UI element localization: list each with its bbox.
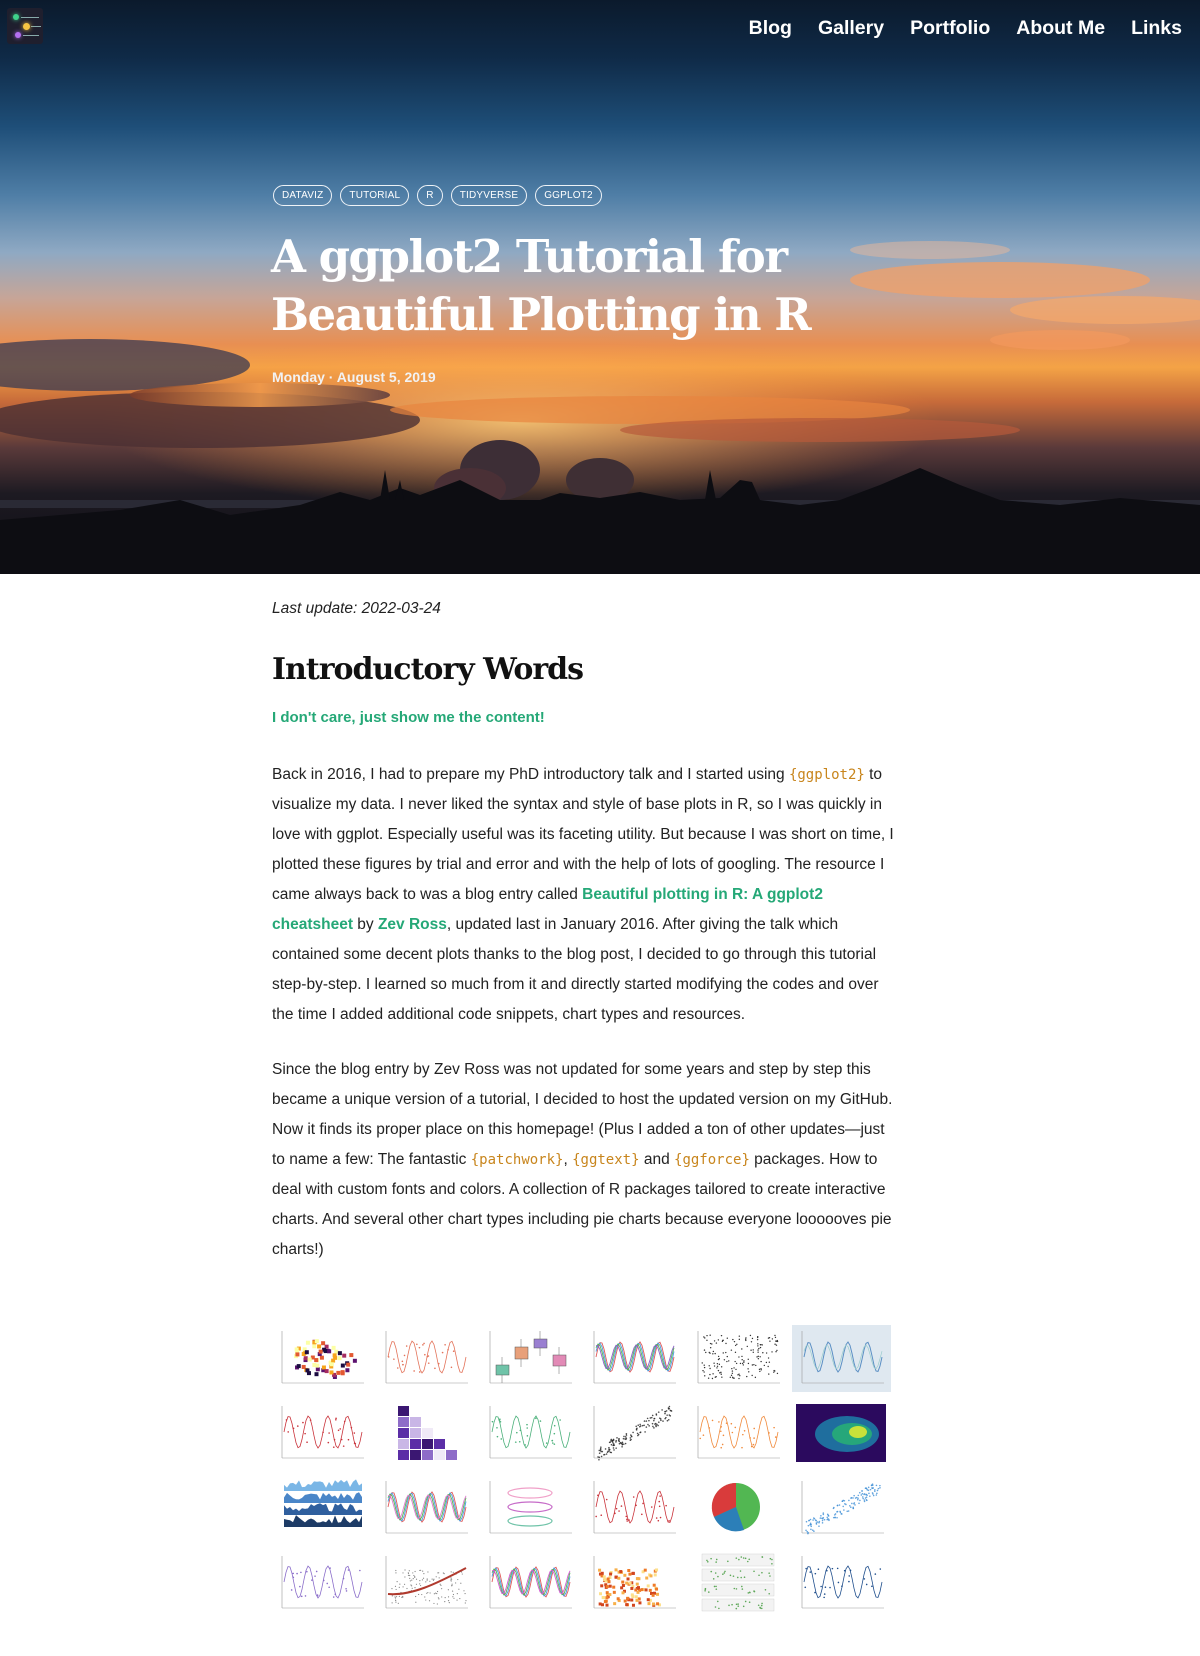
plot-thumbnail-image — [489, 1481, 572, 1534]
plot-thumbnail-image — [385, 1556, 468, 1609]
plot-thumbnail-image — [281, 1556, 364, 1609]
plot-thumbnail[interactable] — [584, 1475, 683, 1542]
post-title-line-2: Beautiful Plotting in R — [271, 288, 812, 341]
plot-thumbnail-image — [701, 1553, 775, 1612]
nav-blog[interactable]: Blog — [736, 15, 805, 41]
plot-thumbnail-image — [398, 1406, 457, 1460]
code-ggtext: {ggtext} — [572, 1152, 640, 1168]
plot-thumbnail[interactable] — [792, 1325, 891, 1392]
plot-thumbnail[interactable] — [584, 1400, 683, 1467]
section-title: Introductory Words — [272, 652, 584, 687]
nav-links[interactable]: Links — [1118, 15, 1195, 41]
plot-thumbnail[interactable] — [376, 1550, 475, 1617]
plot-thumbnail-image — [593, 1556, 676, 1609]
plot-thumbnail[interactable] — [480, 1325, 579, 1392]
plot-thumbnail[interactable] — [480, 1475, 579, 1542]
plot-thumbnail-image — [796, 1404, 886, 1462]
post-title-line-1: A ggplot2 Tutorial for — [271, 230, 788, 283]
skip-to-content-link[interactable]: I don't care, just show me the content! — [272, 709, 545, 726]
text: and — [639, 1151, 675, 1168]
plot-thumbnail-image — [385, 1331, 468, 1384]
plot-thumbnail[interactable] — [480, 1400, 579, 1467]
tag-dataviz[interactable]: DATAVIZ — [273, 185, 333, 206]
text: , — [563, 1151, 573, 1168]
post-date: Monday · August 5, 2019 — [272, 369, 436, 385]
plot-thumbnail-image — [281, 1331, 364, 1384]
code-ggforce: {ggforce} — [674, 1152, 750, 1168]
plot-thumbnail[interactable] — [688, 1325, 787, 1392]
tag-list: DATAVIZ TUTORIAL R TIDYVERSE GGPLOT2 — [273, 185, 602, 206]
plot-thumbnail-image — [801, 1481, 884, 1535]
plot-thumbnail[interactable] — [584, 1325, 683, 1392]
plot-thumbnail[interactable] — [272, 1400, 371, 1467]
post-title: A ggplot2 Tutorial for Beautiful Plottin… — [271, 228, 831, 344]
plot-thumbnail-image — [593, 1405, 676, 1461]
last-update: Last update: 2022-03-24 — [272, 600, 441, 617]
plot-thumbnail[interactable] — [480, 1550, 579, 1617]
main-nav: Blog Gallery Portfolio About Me Links — [736, 15, 1195, 41]
plot-thumbnail[interactable] — [272, 1550, 371, 1617]
text: by — [352, 916, 378, 933]
hero-banner: Blog Gallery Portfolio About Me Links DA… — [0, 0, 1200, 574]
site-logo[interactable] — [7, 8, 43, 44]
code-patchwork: {patchwork} — [470, 1152, 564, 1168]
plot-thumbnail-image — [489, 1406, 572, 1459]
text: Back in 2016, I had to prepare my PhD in… — [272, 766, 789, 783]
tag-r[interactable]: R — [417, 185, 443, 206]
plot-thumbnail-image — [489, 1331, 572, 1384]
plot-thumbnail[interactable] — [584, 1550, 683, 1617]
plot-thumbnail[interactable] — [792, 1550, 891, 1617]
plot-thumbnail[interactable] — [688, 1400, 787, 1467]
plot-thumbnail-image — [697, 1406, 780, 1459]
plot-thumbnail-image — [284, 1479, 362, 1527]
tag-tutorial[interactable]: TUTORIAL — [340, 185, 410, 206]
text: to visualize my data. I never liked the … — [272, 766, 894, 903]
plot-thumbnail[interactable] — [688, 1475, 787, 1542]
intro-paragraph-2: Since the blog entry by Zev Ross was not… — [272, 1055, 897, 1265]
plot-thumbnail[interactable] — [792, 1475, 891, 1542]
nav-about-me[interactable]: About Me — [1003, 15, 1118, 41]
plot-thumbnail-image — [281, 1406, 364, 1459]
plot-thumbnail[interactable] — [376, 1325, 475, 1392]
plot-thumbnail[interactable] — [272, 1325, 371, 1392]
nav-gallery[interactable]: Gallery — [805, 15, 897, 41]
plot-thumbnail[interactable] — [688, 1550, 787, 1617]
tag-ggplot2[interactable]: GGPLOT2 — [535, 185, 602, 206]
tag-tidyverse[interactable]: TIDYVERSE — [450, 185, 528, 206]
plot-thumbnail-image — [697, 1331, 780, 1384]
code-ggplot2: {ggplot2} — [788, 767, 865, 783]
article-body: Last update: 2022-03-24 Introductory Wor… — [272, 600, 897, 1265]
plot-thumbnail-image — [711, 1482, 760, 1532]
link-zev-ross[interactable]: Zev Ross — [378, 916, 447, 933]
plot-thumbnail[interactable] — [792, 1400, 891, 1467]
plot-thumbnail-image — [593, 1481, 676, 1534]
nav-portfolio[interactable]: Portfolio — [897, 15, 1003, 41]
plot-thumbnail-image — [792, 1325, 891, 1392]
plot-thumbnail-image — [593, 1331, 676, 1384]
plot-thumbnail-gallery — [272, 1325, 892, 1617]
plot-thumbnail-image — [385, 1481, 468, 1534]
plot-thumbnail[interactable] — [376, 1400, 475, 1467]
plot-thumbnail-image — [801, 1556, 884, 1609]
plot-thumbnail[interactable] — [376, 1475, 475, 1542]
plot-thumbnail[interactable] — [272, 1475, 371, 1542]
plot-thumbnail-image — [489, 1556, 572, 1609]
intro-paragraph-1: Back in 2016, I had to prepare my PhD in… — [272, 760, 897, 1030]
